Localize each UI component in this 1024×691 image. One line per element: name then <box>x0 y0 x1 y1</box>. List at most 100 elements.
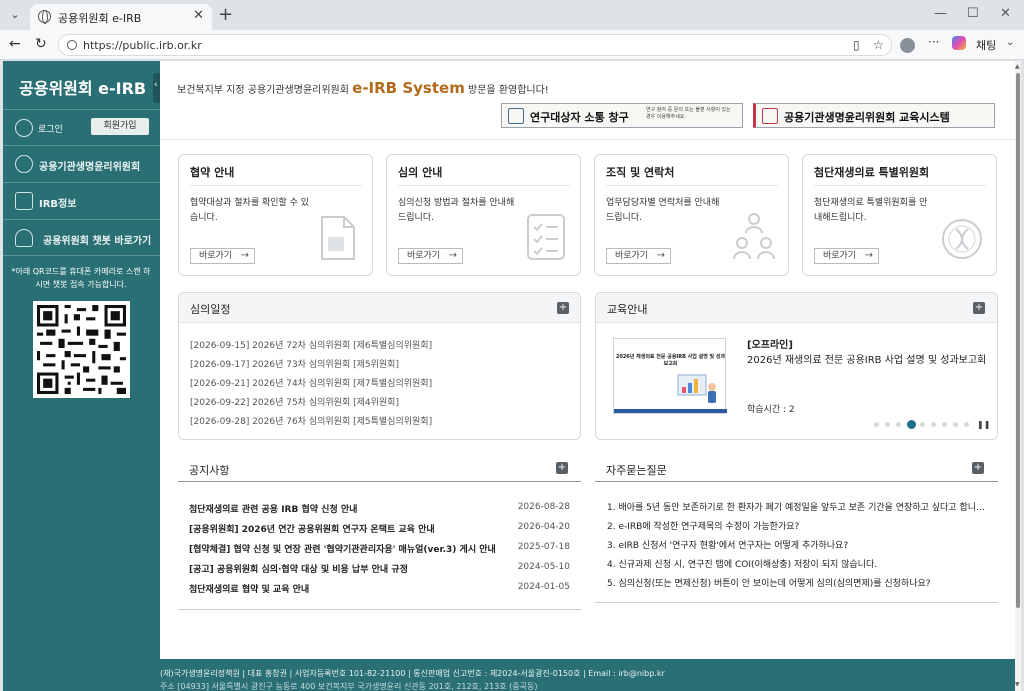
footer-address: 주소 [04933] 서울특별시 광진구 능동로 400 보건복지부 국가생명윤… <box>160 682 538 691</box>
page-scrollbar[interactable]: ▲ ▼ <box>1015 61 1021 691</box>
sidebar-item-label: 공용위원회 챗봇 바로가기 <box>43 236 152 247</box>
go-button[interactable]: 바로가기 → <box>814 248 879 264</box>
profile-avatar[interactable] <box>900 38 915 53</box>
carousel-dot[interactable] <box>942 422 947 427</box>
sidebar-item-committee[interactable]: 공용기관생명윤리위원회 <box>3 145 160 182</box>
education-hours: 학습시간 : 2 <box>747 405 795 415</box>
notice-date: 2026-08-28 <box>517 502 570 512</box>
pause-icon[interactable]: ❚❚ <box>977 420 990 429</box>
education-system-banner[interactable]: 공용기관생명윤리위원회 교육시스템 <box>753 103 995 128</box>
arrow-right-icon: → <box>448 250 457 261</box>
qr-note: *아래 QR코드를 휴대폰 카메라로 스캔 하시면 챗봇 접속 가능합니다. <box>11 267 151 289</box>
faq-item[interactable]: 2. e-IRB에 작성한 연구제목의 수정이 가능한가요? <box>607 519 987 532</box>
schedule-item[interactable]: [2026-09-22] 2026년 75차 심의위원회 [제4위원회] <box>190 395 399 408</box>
notice-item[interactable]: 첨단재생의료 관련 공용 IRB 협약 신청 안내 <box>189 502 509 515</box>
notice-item[interactable]: [협약체결] 협약 신청 및 연장 관련 '협약기관관리자용' 매뉴얼(ver.… <box>189 542 509 555</box>
card-divider <box>398 185 570 186</box>
arrow-right-icon: → <box>864 250 873 261</box>
carousel-dot[interactable] <box>953 422 958 427</box>
more-plus-icon[interactable]: + <box>973 302 985 314</box>
banner-subtitle: 연구 참여 중 문의 또는 불편 사항이 있는 경우 이용해주세요. <box>646 107 731 120</box>
favorite-star-icon[interactable]: ☆ <box>873 38 884 52</box>
browser-tab[interactable]: 공용위원회 e-IRB ✕ <box>30 4 212 30</box>
thumbnail-bar <box>614 409 727 413</box>
new-tab-plus-icon[interactable]: + <box>218 4 233 25</box>
sidebar-item-irb-info[interactable]: IRB정보 <box>3 182 160 219</box>
page-viewport: 공용위원회 e-IRB ‹ 로그인 회원가입 공용기관생명윤리위원회 IRB정보… <box>3 61 1021 691</box>
tab-list-chevron-icon[interactable]: ⌄ <box>6 6 24 24</box>
notice-item[interactable]: [공용위원회] 2026년 연간 공용위원회 연구자 온택트 교육 안내 <box>189 522 509 535</box>
more-plus-icon[interactable]: + <box>557 302 569 314</box>
banner-title: 공용기관생명윤리위원회 교육시스템 <box>784 111 950 124</box>
carousel-dot[interactable] <box>885 422 890 427</box>
tab-close-icon[interactable]: ✕ <box>193 8 204 23</box>
signup-button[interactable]: 회원가입 <box>91 118 149 135</box>
back-arrow-icon[interactable]: ← <box>9 36 21 52</box>
card-description: 심의신청 방법과 절차를 안내해드립니다. <box>398 198 515 223</box>
copilot-label[interactable]: 채팅 <box>976 37 996 53</box>
url-input[interactable]: https://public.irb.or.kr ▯ ☆ <box>58 34 892 56</box>
banner-title: 연구대상자 소통 창구 <box>530 111 629 124</box>
more-plus-icon[interactable]: + <box>556 462 568 474</box>
more-plus-icon[interactable]: + <box>972 462 984 474</box>
header-divider <box>160 139 1015 140</box>
go-button[interactable]: 바로가기 → <box>190 248 255 264</box>
schedule-item[interactable]: [2026-09-21] 2026년 74차 심의위원회 [제7특별심의위원회] <box>190 376 432 389</box>
panel-header: 공지사항 + <box>178 454 581 482</box>
reload-icon[interactable]: ↻ <box>35 36 47 52</box>
maximize-icon[interactable]: ☐ <box>967 6 979 21</box>
scroll-down-arrow-icon[interactable]: ▼ <box>1015 681 1020 688</box>
scroll-up-arrow-icon[interactable]: ▲ <box>1015 63 1020 70</box>
tab-bar: ⌄ 공용위원회 e-IRB ✕ + — ☐ ✕ <box>0 0 1024 30</box>
card-divider <box>190 185 362 186</box>
browser-window: ⌄ 공용위원회 e-IRB ✕ + — ☐ ✕ ← ↻ https://publ… <box>0 0 1024 691</box>
schedule-item[interactable]: [2026-09-15] 2026년 72차 심의위원회 [제6특별심의위원회] <box>190 338 432 351</box>
org-chart-icon <box>733 213 775 260</box>
lecture-icon <box>762 108 778 124</box>
arrow-right-icon: → <box>240 250 249 261</box>
education-title[interactable]: 2026년 재생의료 전문 공용IRB 사업 설명 및 성과보고회 <box>747 352 987 369</box>
chatbot-qr-code[interactable] <box>33 301 130 398</box>
schedule-item[interactable]: [2026-09-17] 2026년 73차 심의위원회 [제5위원회] <box>190 357 399 370</box>
welcome-system-name: e-IRB System <box>352 79 465 97</box>
carousel-dot[interactable] <box>896 422 901 427</box>
card-regenerative: 첨단재생의료 특별위원회 첨단재생의료 특별위원회를 안내해드립니다. 바로가기… <box>802 154 997 276</box>
reader-mode-icon[interactable]: ▯ <box>853 38 860 52</box>
main-content: 보건복지부 지정 공용기관생명윤리위원회 e-IRB System 방문을 환영… <box>160 61 1015 691</box>
notice-item[interactable]: 첨단재생의료 협약 및 교육 안내 <box>189 582 509 595</box>
carousel-dot[interactable] <box>874 422 879 427</box>
carousel-dot[interactable] <box>964 422 969 427</box>
minimize-icon[interactable]: — <box>934 6 947 21</box>
sidebar-item-chatbot[interactable]: 공용위원회 챗봇 바로가기 <box>3 219 160 256</box>
go-button[interactable]: 바로가기 → <box>398 248 463 264</box>
scrollbar-thumb[interactable] <box>1016 73 1020 608</box>
site-brand[interactable]: 공용위원회 e-IRB <box>19 75 146 99</box>
site-info-icon[interactable] <box>67 40 77 50</box>
more-dots-icon[interactable]: ··· <box>928 35 939 49</box>
participant-contact-banner[interactable]: 연구대상자 소통 창구 연구 참여 중 문의 또는 불편 사항이 있는 경우 이… <box>501 103 743 128</box>
chatbot-icon <box>15 229 33 247</box>
notice-item[interactable]: [공고] 공용위원회 심의·협약 대상 및 비용 납부 안내 규정 <box>189 562 509 575</box>
faq-item[interactable]: 4. 신규과제 신청 시, 연구진 탭에 COI(이해상충) 저장이 되지 않습… <box>607 557 987 570</box>
carousel-dot[interactable] <box>920 422 925 427</box>
education-thumbnail[interactable]: 2026년 재생의료 전문 공용IRB 사업 설명 및 성과보고회 <box>613 338 727 414</box>
window-close-icon[interactable]: ✕ <box>1000 6 1011 21</box>
checklist-icon <box>527 214 565 260</box>
go-button[interactable]: 바로가기 → <box>606 248 671 264</box>
schedule-panel: 심의일정 + [2026-09-15] 2026년 72차 심의위원회 [제6특… <box>178 292 581 440</box>
document-icon <box>321 216 355 260</box>
login-link[interactable]: 로그인 <box>38 122 63 135</box>
faq-item[interactable]: 1. 배아를 5년 동안 보존하기로 한 환자가 폐기 예정일을 앞두고 보존 … <box>607 500 987 513</box>
sidebar-chevron-icon[interactable]: ⌄ <box>1006 37 1014 48</box>
go-button-label: 바로가기 <box>823 251 857 261</box>
presentation-illustration-icon <box>677 374 716 403</box>
schedule-item[interactable]: [2026-09-28] 2026년 76차 심의위원회 [제5특별심의위원회] <box>190 414 432 427</box>
thumbnail-title: 2026년 재생의료 전문 공용IRB 사업 설명 및 성과보고회 <box>615 354 726 367</box>
faq-item[interactable]: 3. eIRB 신청서 '연구자 현황'에서 연구자는 어떻게 추가하나요? <box>607 538 987 551</box>
faq-item[interactable]: 5. 심의신청(또는 면제신청) 버튼이 안 보이는데 어떻게 심의(심의면제)… <box>607 576 987 589</box>
sidebar-item-label: IRB정보 <box>39 199 77 210</box>
carousel-dot[interactable] <box>931 422 936 427</box>
copilot-icon[interactable] <box>952 36 966 50</box>
carousel-dot[interactable] <box>907 420 916 429</box>
go-button-label: 바로가기 <box>407 251 441 261</box>
